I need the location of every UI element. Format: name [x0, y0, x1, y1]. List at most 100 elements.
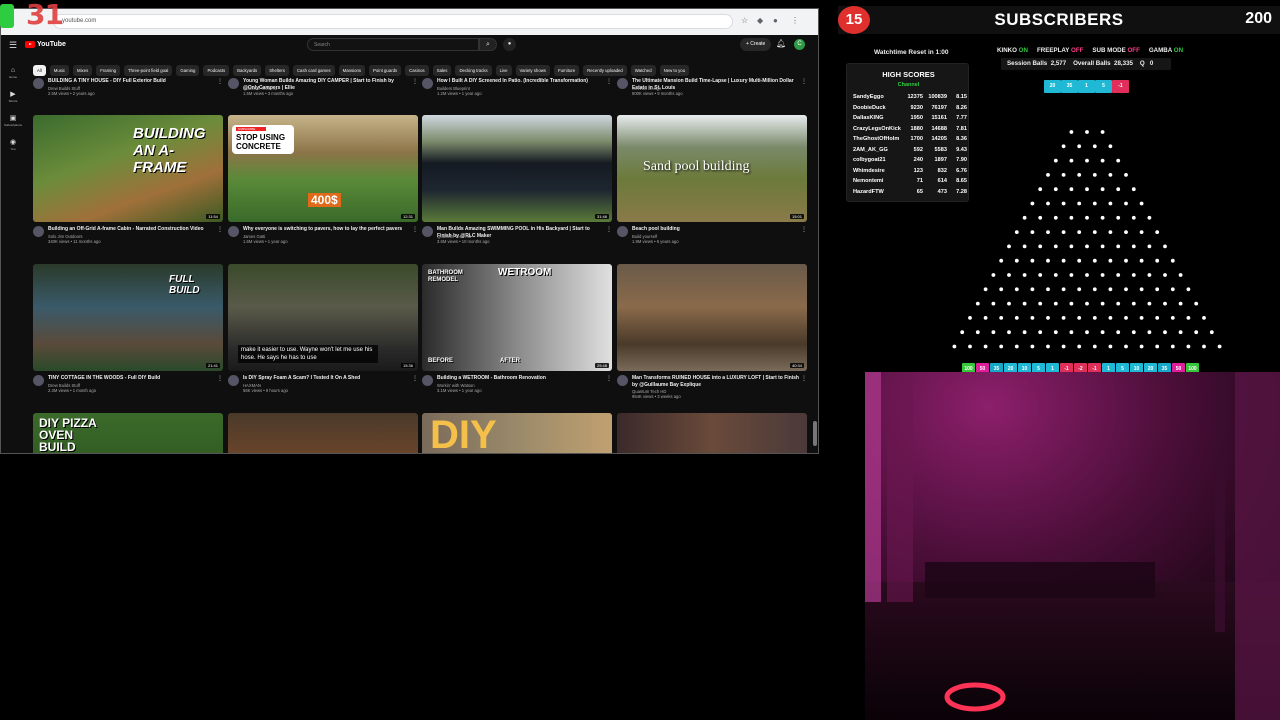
- video-thumbnail[interactable]: BATHROOM REMODEL WETROOM BEFORE AFTER 25:48: [422, 264, 612, 371]
- address-bar[interactable]: youtube.com: [53, 14, 733, 29]
- video-thumbnail[interactable]: 31:46: [422, 115, 612, 222]
- video-card[interactable]: 40:34 Man Transforms RUINED HOUSE into a …: [617, 264, 807, 399]
- video-thumbnail[interactable]: [617, 413, 807, 453]
- extensions-icon[interactable]: ◆: [757, 16, 763, 26]
- subscriber-goal-bar: SUBSCRIBERS 15 200: [838, 6, 1280, 34]
- channel-avatar[interactable]: [422, 78, 433, 89]
- video-title[interactable]: How I Built A DIY Screened In Patio. (In…: [437, 78, 605, 85]
- video-card[interactable]: Sand pool building 15:01 Beach pool buildi…: [617, 115, 807, 244]
- profile-icon[interactable]: ●: [773, 16, 778, 26]
- video-card[interactable]: BUILDING AN A-FRAME 11:54 Building an Off-…: [33, 115, 223, 244]
- bookmark-star-icon[interactable]: ☆: [741, 16, 748, 26]
- channel-avatar[interactable]: [228, 375, 239, 386]
- browser-menu-icon[interactable]: ⋮: [791, 16, 799, 26]
- channel-avatar[interactable]: [33, 375, 44, 386]
- video-title[interactable]: Is DIY Spray Foam A Scam? I Tested It On…: [243, 375, 411, 382]
- plinko-peg: [1077, 287, 1082, 292]
- video-title[interactable]: TINY COTTAGE IN THE WOODS - Full DIY Bui…: [48, 375, 216, 382]
- plinko-peg: [983, 316, 988, 320]
- video-thumbnail[interactable]: Sand pool building 15:01: [617, 115, 807, 222]
- page-scrollbar[interactable]: [813, 81, 817, 451]
- video-card[interactable]: DIY PIZZA OVEN BUILD: [33, 413, 223, 454]
- video-thumbnail[interactable]: DIY PIZZA OVEN BUILD: [33, 413, 223, 454]
- channel-avatar[interactable]: [422, 375, 433, 386]
- channel-avatar[interactable]: [33, 78, 44, 89]
- video-thumbnail[interactable]: 40:34: [617, 264, 807, 371]
- more-options-icon[interactable]: ⋮: [606, 375, 612, 382]
- queue-label: Q: [1139, 60, 1145, 67]
- more-options-icon[interactable]: ⋮: [412, 78, 418, 85]
- more-options-icon[interactable]: ⋮: [217, 375, 223, 382]
- youtube-page: ☰ YouTube Search ⌕ ● + Create 🔔︎ C ⌂ Home…: [1, 35, 818, 454]
- video-card[interactable]: [228, 413, 418, 453]
- video-title[interactable]: Beach pool building: [632, 226, 800, 233]
- more-options-icon[interactable]: ⋮: [412, 226, 418, 233]
- video-meta: 340K views • 11 months ago: [48, 239, 101, 244]
- video-card[interactable]: STOP USING CONCRETE SUBSCRIBE 400$ 12:31 Why…: [228, 115, 418, 244]
- video-card[interactable]: [617, 413, 807, 453]
- video-card[interactable]: DIY: [422, 413, 612, 453]
- plinko-peg: [1108, 287, 1113, 292]
- player-score-a: 1700: [910, 136, 923, 142]
- video-card[interactable]: make it easier to use. Wayne won't let m…: [228, 264, 418, 393]
- channel-avatar[interactable]: [422, 226, 433, 237]
- browser-window: ← → youtube.com ☆ ◆ ● ⋮ ☰ YouTube Search…: [0, 8, 819, 454]
- video-thumbnail[interactable]: make it easier to use. Wayne won't let m…: [228, 264, 418, 371]
- player-average: 8.26: [956, 104, 967, 111]
- toggle-label: FREEPLAY: [1036, 47, 1070, 54]
- player-score-b: 5583: [934, 146, 947, 153]
- player-name: HazardFTW: [853, 188, 884, 195]
- video-grid: BUILDING A TINY HOUSE - DIY Full Exterio…: [1, 35, 818, 454]
- player-score-b: 832: [937, 167, 947, 174]
- more-options-icon[interactable]: ⋮: [217, 78, 223, 85]
- video-card[interactable]: BATHROOM REMODEL WETROOM BEFORE AFTER 25:48 B…: [422, 264, 612, 393]
- video-title[interactable]: BUILDING A TINY HOUSE - DIY Full Exterio…: [48, 78, 216, 85]
- channel-avatar[interactable]: [33, 226, 44, 237]
- more-options-icon[interactable]: ⋮: [412, 375, 418, 382]
- more-options-icon[interactable]: ⋮: [606, 226, 612, 233]
- plinko-peg: [1077, 144, 1082, 149]
- video-card[interactable]: 31:46 Man Builds Amazing SWIMMING POOL in…: [422, 115, 612, 244]
- stream-counter-badge: 31: [0, 0, 68, 32]
- video-card[interactable]: FULL BUILD 21:41 TINY COTTAGE IN THE WOODS…: [33, 264, 223, 393]
- plinko-peg: [1170, 287, 1175, 292]
- video-thumbnail[interactable]: BUILDING AN A-FRAME 11:54: [33, 115, 223, 222]
- more-options-icon[interactable]: ⋮: [606, 78, 612, 85]
- session-balls-label: Session Balls: [1007, 60, 1048, 67]
- video-thumbnail[interactable]: DIY: [422, 413, 612, 453]
- video-title[interactable]: Building an Off-Grid A-frame Cabin - Nar…: [48, 226, 216, 233]
- plinko-peg: [1155, 230, 1160, 234]
- plinko-peg: [1131, 215, 1136, 220]
- thumbnail-overlay-text: Sand pool building: [643, 159, 750, 174]
- plinko-peg: [1139, 287, 1144, 292]
- plinko-peg: [1147, 215, 1152, 220]
- overall-balls-value: 28,335: [1114, 60, 1133, 67]
- video-title[interactable]: Why everyone is switching to pavers, how…: [243, 226, 411, 233]
- video-thumbnail[interactable]: STOP USING CONCRETE SUBSCRIBE 400$ 12:31: [228, 115, 418, 222]
- plinko-peg: [968, 344, 972, 349]
- video-thumbnail[interactable]: [228, 413, 418, 453]
- more-options-icon[interactable]: ⋮: [801, 375, 807, 382]
- channel-avatar[interactable]: [617, 78, 628, 89]
- more-options-icon[interactable]: ⋮: [801, 78, 807, 85]
- plinko-peg: [1077, 344, 1082, 349]
- more-options-icon[interactable]: ⋮: [217, 226, 223, 233]
- thumbnail-overlay-text: DIY PIZZA OVEN BUILD: [39, 416, 97, 454]
- video-title[interactable]: Man Transforms RUINED HOUSE into a LUXUR…: [632, 375, 800, 388]
- channel-avatar[interactable]: [617, 226, 628, 237]
- plinko-peg: [1186, 344, 1191, 349]
- plinko-peg: [1163, 273, 1167, 277]
- video-meta: 1.2M views • 1 year ago: [437, 91, 482, 96]
- recent-drop-slot: 20: [1044, 80, 1061, 93]
- plinko-peg: [1038, 187, 1043, 192]
- toggle-label: KINKO: [997, 47, 1017, 54]
- plinko-peg: [1007, 273, 1011, 277]
- video-thumbnail[interactable]: FULL BUILD 21:41: [33, 264, 223, 371]
- channel-avatar[interactable]: [228, 226, 239, 237]
- scrollbar-thumb[interactable]: [813, 421, 817, 446]
- video-title[interactable]: Building a WETROOM - Bathroom Renovation: [437, 375, 605, 382]
- more-options-icon[interactable]: ⋮: [801, 226, 807, 233]
- toggle-kinko: KINKO ON: [997, 47, 1028, 54]
- channel-avatar[interactable]: [617, 375, 628, 386]
- channel-avatar[interactable]: [228, 78, 239, 89]
